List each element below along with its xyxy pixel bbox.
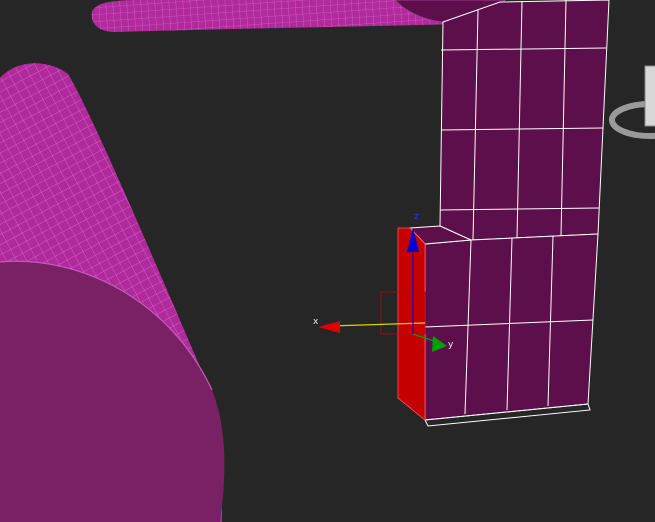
box-lower[interactable] <box>408 225 599 427</box>
viewcube-icon[interactable] <box>609 65 655 139</box>
gizmo-y-label: y <box>448 340 454 350</box>
gizmo-z-label: z <box>414 212 419 222</box>
cylinder-large[interactable] <box>0 63 225 522</box>
gizmo-x-arrow[interactable] <box>318 321 340 333</box>
box-upper[interactable] <box>439 0 610 241</box>
viewport-3d[interactable]: x z y <box>0 0 655 522</box>
gizmo-x-label: x <box>313 317 319 327</box>
